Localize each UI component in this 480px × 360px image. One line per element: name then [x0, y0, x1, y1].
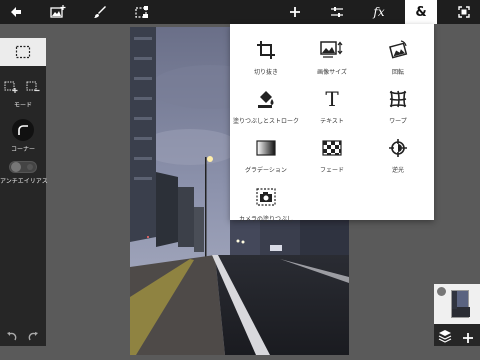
mode-label: モード — [13, 102, 32, 109]
antialias-label: アンチエイリアス — [0, 178, 48, 185]
menu-item-crop[interactable]: 切り抜き — [232, 30, 300, 78]
corner-icon — [12, 119, 34, 141]
fullscreen-icon[interactable] — [448, 0, 480, 24]
transform-select-icon[interactable] — [126, 0, 158, 24]
layers-panel — [434, 284, 480, 346]
selection-tool-panel: モード コーナー アンチエイリアス — [0, 38, 48, 347]
toggle-icon — [9, 161, 37, 173]
back-arrow-icon[interactable] — [0, 0, 32, 24]
selection-add-mode-icon[interactable] — [4, 78, 18, 97]
selection-subtract-mode-icon[interactable] — [26, 78, 40, 97]
backlight-icon — [386, 137, 410, 159]
brush-icon[interactable] — [84, 0, 116, 24]
layer-thumbnail[interactable] — [451, 290, 470, 318]
layer-thumbnail-area — [434, 284, 480, 324]
gradient-icon — [254, 137, 278, 159]
rect-select-button[interactable] — [0, 38, 46, 66]
menu-item-text[interactable]: T テキスト — [298, 79, 366, 127]
crop-icon — [254, 39, 278, 61]
rotate-icon — [386, 39, 410, 61]
image-add-icon[interactable] — [42, 0, 74, 24]
warp-icon — [386, 88, 410, 110]
layers-icon[interactable] — [438, 328, 452, 343]
menu-item-backlight[interactable]: 逆光 — [364, 128, 432, 176]
undo-icon[interactable] — [6, 328, 18, 347]
menu-item-warp[interactable]: ワープ — [364, 79, 432, 127]
menu-item-camera-fill[interactable]: カメラの塗りつぶし — [232, 177, 300, 225]
top-toolbar: fx & — [0, 0, 480, 24]
menu-item-fill-stroke[interactable]: 塗りつぶしとストローク — [232, 79, 300, 127]
menu-item-gradient[interactable]: グラデーション — [232, 128, 300, 176]
rect-select-icon — [15, 45, 31, 59]
fx-icon[interactable]: fx — [363, 0, 395, 24]
fade-icon — [320, 137, 344, 159]
image-size-icon — [320, 39, 344, 61]
redo-icon[interactable] — [27, 328, 39, 347]
text-icon: T — [325, 87, 339, 111]
plus-icon[interactable] — [279, 0, 311, 24]
antialias-toggle[interactable] — [9, 158, 37, 177]
corner-label: コーナー — [10, 146, 35, 153]
tools-menu: 切り抜き 画像サイズ 回転 塗りつぶしとストローク T テキスト ワープ グラデ… — [230, 24, 434, 223]
add-layer-icon[interactable] — [462, 329, 474, 343]
layer-visibility-icon[interactable] — [437, 287, 446, 296]
menu-item-fade[interactable]: フェード — [298, 128, 366, 176]
fill-stroke-icon — [254, 88, 278, 110]
ampersand-icon[interactable]: & — [405, 0, 437, 24]
camera-fill-icon — [254, 186, 278, 208]
corner-button[interactable] — [11, 118, 35, 146]
menu-item-rotate[interactable]: 回転 — [364, 30, 432, 78]
menu-item-image-size[interactable]: 画像サイズ — [298, 30, 366, 78]
adjustments-icon[interactable] — [321, 0, 353, 24]
